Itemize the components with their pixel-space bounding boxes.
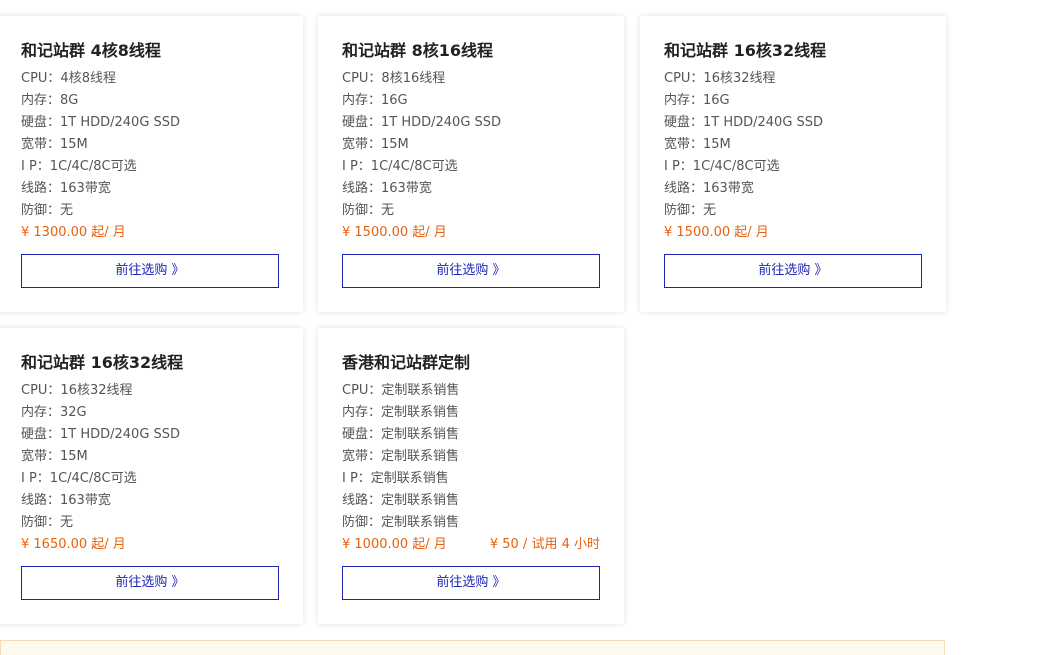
spec-memory: 内存：16G (342, 93, 408, 108)
spec-cpu: CPU：8核16线程 (342, 71, 446, 86)
spec-memory: 内存：定制联系销售 (342, 405, 460, 420)
price-row: ¥ 1500.00 起/ 月 (664, 222, 922, 244)
spec-disk: 硬盘：1T HDD/240G SSD (342, 115, 502, 130)
spec-line: 线路：163带宽 (342, 181, 432, 196)
product-card: 和记站群 16核32线程 CPU：16核32线程 内存：16G 硬盘：1T HD… (640, 16, 946, 312)
notice-box (0, 640, 945, 655)
price-row: ¥ 1650.00 起/ 月 (21, 534, 279, 556)
spec-cpu: CPU：定制联系销售 (342, 383, 460, 398)
spec-bandwidth: 宽带：15M (21, 137, 88, 152)
product-card: 和记站群 4核8线程 CPU：4核8线程 内存：8G 硬盘：1T HDD/240… (0, 16, 303, 312)
card-title: 和记站群 4核8线程 (21, 41, 161, 60)
card-content: 和记站群 8核16线程 CPU：8核16线程 内存：16G 硬盘：1T HDD/… (342, 40, 600, 244)
spec-cpu: CPU：16核32线程 (664, 71, 776, 86)
spec-ip: I P：1C/4C/8C可选 (21, 159, 137, 174)
price-text: ¥ 1650.00 起/ 月 (21, 537, 126, 552)
spec-bandwidth: 宽带：15M (342, 137, 409, 152)
spec-defense: 防御：定制联系销售 (342, 515, 460, 530)
trial-price-text: ¥ 50 / 试用 4 小时 (489, 537, 600, 552)
spec-memory: 内存：32G (21, 405, 87, 420)
product-grid-page: 和记站群 4核8线程 CPU：4核8线程 内存：8G 硬盘：1T HDD/240… (0, 0, 1056, 655)
card-content: 和记站群 16核32线程 CPU：16核32线程 内存：16G 硬盘：1T HD… (664, 40, 922, 244)
spec-line: 线路：163带宽 (664, 181, 754, 196)
spec-bandwidth: 宽带：15M (664, 137, 731, 152)
spec-memory: 内存：16G (664, 93, 730, 108)
buy-button[interactable]: 前往选购 》 (342, 254, 600, 288)
price-text: ¥ 1300.00 起/ 月 (21, 225, 126, 240)
spec-defense: 防御：无 (21, 515, 74, 530)
spec-disk: 硬盘：定制联系销售 (342, 427, 460, 442)
spec-line: 线路：163带宽 (21, 181, 111, 196)
spec-ip: I P：1C/4C/8C可选 (21, 471, 137, 486)
card-title: 和记站群 16核32线程 (664, 41, 827, 60)
spec-disk: 硬盘：1T HDD/240G SSD (664, 115, 824, 130)
card-content: 和记站群 16核32线程 CPU：16核32线程 内存：32G 硬盘：1T HD… (21, 352, 279, 556)
price-text: ¥ 1500.00 起/ 月 (664, 225, 769, 240)
card-title: 和记站群 8核16线程 (342, 41, 493, 60)
spec-ip: I P：1C/4C/8C可选 (342, 159, 458, 174)
spec-memory: 内存：8G (21, 93, 79, 108)
product-card: 和记站群 16核32线程 CPU：16核32线程 内存：32G 硬盘：1T HD… (0, 328, 303, 624)
spec-disk: 硬盘：1T HDD/240G SSD (21, 427, 181, 442)
spec-disk: 硬盘：1T HDD/240G SSD (21, 115, 181, 130)
spec-line: 线路：定制联系销售 (342, 493, 460, 508)
card-title: 和记站群 16核32线程 (21, 353, 184, 372)
buy-button[interactable]: 前往选购 》 (21, 566, 279, 600)
spec-line: 线路：163带宽 (21, 493, 111, 508)
spec-defense: 防御：无 (664, 203, 717, 218)
product-card: 和记站群 8核16线程 CPU：8核16线程 内存：16G 硬盘：1T HDD/… (318, 16, 624, 312)
price-text: ¥ 1500.00 起/ 月 (342, 225, 447, 240)
buy-button[interactable]: 前往选购 》 (664, 254, 922, 288)
spec-ip: I P：定制联系销售 (342, 471, 449, 486)
price-row: ¥ 1000.00 起/ 月 ¥ 50 / 试用 4 小时 (342, 534, 600, 556)
card-content: 和记站群 4核8线程 CPU：4核8线程 内存：8G 硬盘：1T HDD/240… (21, 40, 279, 244)
spec-bandwidth: 宽带：定制联系销售 (342, 449, 460, 464)
price-text: ¥ 1000.00 起/ 月 (342, 537, 447, 552)
product-card: 香港和记站群定制 CPU：定制联系销售 内存：定制联系销售 硬盘：定制联系销售 … (318, 328, 624, 624)
spec-cpu: CPU：4核8线程 (21, 71, 116, 86)
spec-bandwidth: 宽带：15M (21, 449, 88, 464)
buy-button[interactable]: 前往选购 》 (21, 254, 279, 288)
price-row: ¥ 1300.00 起/ 月 (21, 222, 279, 244)
price-row: ¥ 1500.00 起/ 月 (342, 222, 600, 244)
card-title: 香港和记站群定制 (342, 353, 471, 372)
buy-button[interactable]: 前往选购 》 (342, 566, 600, 600)
card-content: 香港和记站群定制 CPU：定制联系销售 内存：定制联系销售 硬盘：定制联系销售 … (342, 352, 600, 556)
spec-cpu: CPU：16核32线程 (21, 383, 133, 398)
spec-ip: I P：1C/4C/8C可选 (664, 159, 780, 174)
spec-defense: 防御：无 (21, 203, 74, 218)
spec-defense: 防御：无 (342, 203, 395, 218)
